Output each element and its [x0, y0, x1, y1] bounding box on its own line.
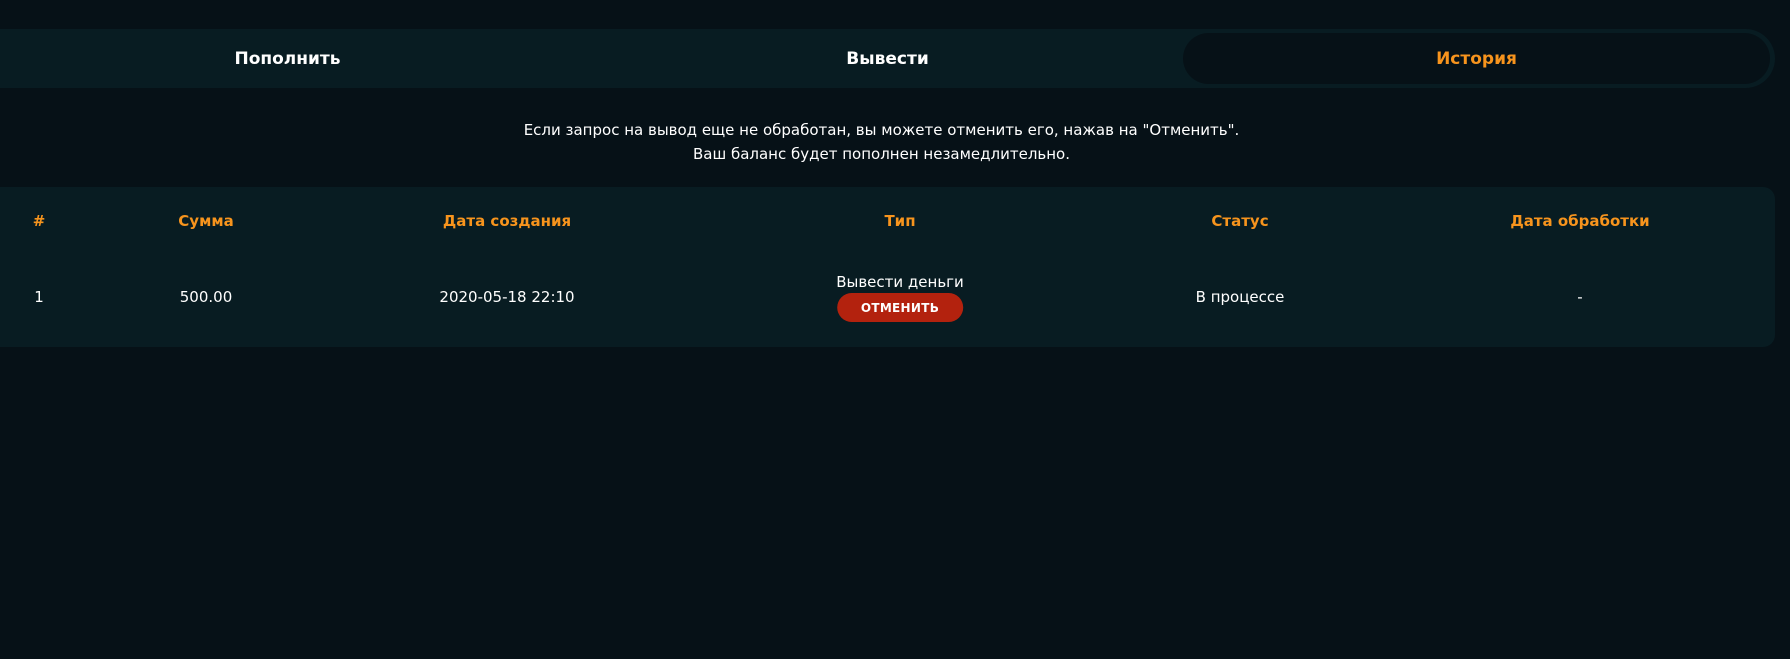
tab-bar: Пополнить Вывести История: [0, 29, 1775, 88]
tab-withdraw[interactable]: Вывести: [600, 29, 1175, 88]
header-amount: Сумма: [178, 212, 234, 230]
row-processed-date: -: [1577, 288, 1583, 306]
row-amount: 500.00: [179, 288, 233, 306]
header-number: #: [32, 212, 46, 230]
tab-history[interactable]: История: [1183, 33, 1770, 84]
row-type-cell: Вывести деньги ОТМЕНИТЬ: [836, 273, 964, 322]
row-status: В процессе: [1195, 288, 1285, 306]
row-type: Вывести деньги: [836, 273, 964, 291]
info-line-2: Ваш баланс будет пополнен незамедлительн…: [692, 145, 1071, 163]
history-table: # Сумма Дата создания Тип Статус Дата об…: [0, 187, 1775, 347]
header-created-date: Дата создания: [442, 212, 572, 230]
cancel-button[interactable]: ОТМЕНИТЬ: [837, 293, 963, 322]
info-line-1: Если запрос на вывод еще не обработан, в…: [523, 121, 1240, 139]
tab-deposit[interactable]: Пополнить: [0, 29, 575, 88]
row-number: 1: [34, 288, 44, 306]
info-message: Если запрос на вывод еще не обработан, в…: [0, 118, 1763, 166]
header-processed-date: Дата обработки: [1510, 212, 1650, 230]
header-type: Тип: [884, 212, 916, 230]
header-status: Статус: [1211, 212, 1269, 230]
row-created-date: 2020-05-18 22:10: [439, 288, 575, 306]
